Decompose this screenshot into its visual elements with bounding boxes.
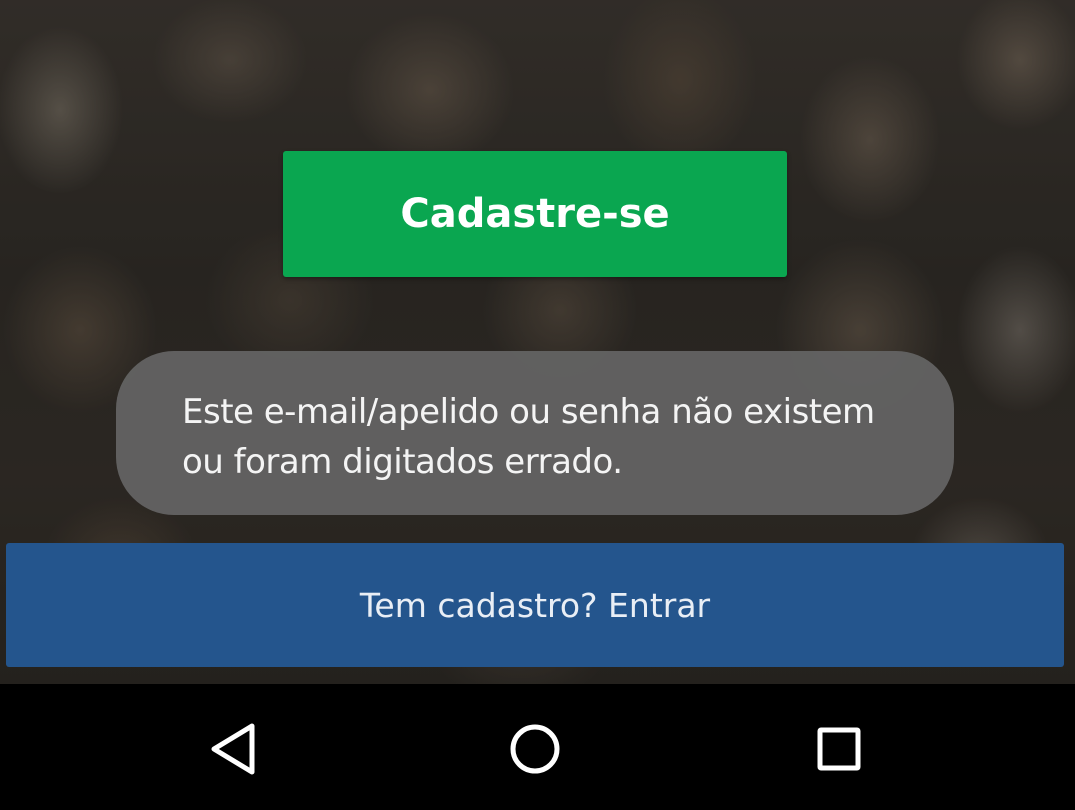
nav-back-button[interactable] [198,714,268,784]
error-toast: Este e-mail/apelido ou senha não existem… [116,351,954,515]
nav-recents-button[interactable] [804,714,874,784]
login-button[interactable]: Tem cadastro? Entrar [6,543,1064,667]
error-toast-line-1: Este e-mail/apelido ou senha não existem [182,392,875,432]
app-screen: Cadastre-se Este e-mail/apelido ou senha… [0,0,1075,810]
signup-button[interactable]: Cadastre-se [283,151,787,277]
error-toast-line-2: ou foram digitados errado. [182,442,623,482]
back-triangle-icon [211,723,255,775]
home-circle-icon [510,724,560,774]
recents-square-icon [817,727,861,771]
system-navigation-bar [0,684,1075,810]
nav-home-button[interactable] [500,714,570,784]
